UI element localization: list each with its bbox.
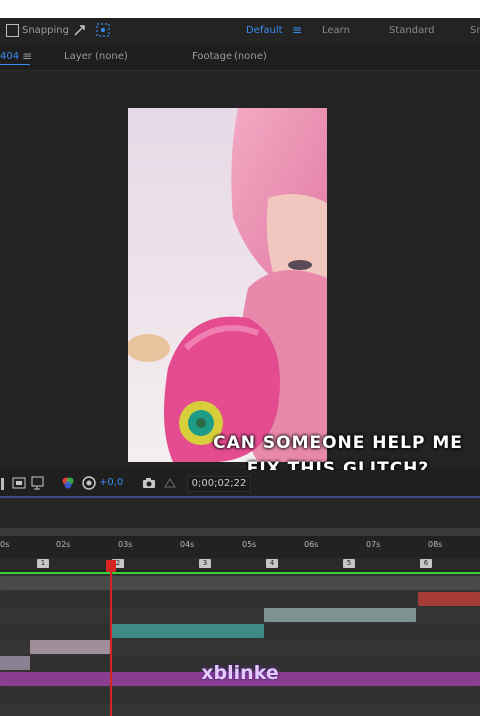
track-row[interactable] [0,575,480,591]
render-bar [0,572,480,574]
layer-bar[interactable] [264,608,416,622]
top-toolbar: Snapping Default ≡ Learn Standard Sm [0,18,480,44]
active-tab-underline [0,64,30,65]
snapping-checkbox[interactable] [6,24,19,37]
composition-tab[interactable]: 404 [0,51,19,63]
workspace-default[interactable]: Default [246,25,283,36]
snap-arrow-icon[interactable] [72,22,88,42]
snapping-label: Snapping [22,25,69,36]
comp-menu-icon[interactable]: ≡ [22,49,32,63]
tick-label: 07s [366,540,381,549]
track-row[interactable] [0,639,480,655]
channel-rgb-icon[interactable] [60,475,76,495]
layer-bar[interactable] [0,656,30,670]
tick-label: 02s [56,540,71,549]
layer-tab-value: (none) [95,51,128,62]
transparency-grid-icon[interactable] [30,475,46,495]
grid-snap-icon[interactable] [95,22,111,42]
watermark: xblinke [201,662,279,684]
viewer-controls: +0,0 0;00;02;22 [0,470,480,498]
comp-marker[interactable]: 1 [37,559,49,568]
video-frame [128,108,327,462]
layer-tab-label[interactable]: Layer [64,51,92,63]
timecode-display[interactable]: 0;00;02;22 [187,476,251,492]
track-row[interactable] [0,607,480,623]
grid-toggle-icon[interactable] [0,476,10,495]
layer-bar[interactable] [418,592,480,606]
region-of-interest-icon[interactable] [11,475,27,495]
show-snapshot-icon[interactable] [162,475,178,495]
footage-tab-value: (none) [234,51,267,62]
layer-bar[interactable] [112,624,264,638]
work-area-bar[interactable] [0,528,480,536]
track-row[interactable] [0,623,480,639]
workspace-small[interactable]: Sm [470,25,480,36]
tick-label: 05s [242,540,257,549]
timeline-ruler[interactable]: 0s 02s 03s 04s 05s 06s 07s 08s 1 2 3 4 5… [0,528,480,572]
comp-marker[interactable]: 4 [266,559,278,568]
timeline-header [0,498,480,528]
playhead-handle[interactable] [106,560,116,572]
footage-tab-label[interactable]: Footage [192,51,232,63]
tick-label: 0s [0,540,10,549]
snapshot-camera-icon[interactable] [141,475,157,495]
layer-bar[interactable] [30,640,110,654]
comp-marker[interactable]: 6 [420,559,432,568]
tick-label: 04s [180,540,195,549]
exposure-value[interactable]: +0,0 [99,477,123,488]
comp-marker[interactable]: 3 [199,559,211,568]
track-row[interactable] [0,687,480,703]
timeline-tracks[interactable] [0,572,480,716]
tick-label: 06s [304,540,319,549]
tick-label: 03s [118,540,133,549]
tick-label: 08s [428,540,443,549]
panel-tab-bar: 404 ≡ Layer (none) Footage (none) [0,44,480,71]
track-row[interactable] [0,591,480,607]
marker-lane [0,558,480,570]
workspace-learn[interactable]: Learn [322,25,350,36]
workspace-standard[interactable]: Standard [389,25,435,36]
playhead[interactable] [110,572,112,716]
top-white-strip [0,0,480,18]
exposure-reset-icon[interactable] [81,475,97,495]
layer-bar[interactable] [0,576,480,590]
comp-marker[interactable]: 5 [343,559,355,568]
workspace-menu-icon[interactable]: ≡ [292,23,302,37]
video-frame-image [128,108,327,462]
track-row[interactable] [0,703,480,716]
caption-line-1: CAN SOMEONE HELP ME [213,433,463,453]
